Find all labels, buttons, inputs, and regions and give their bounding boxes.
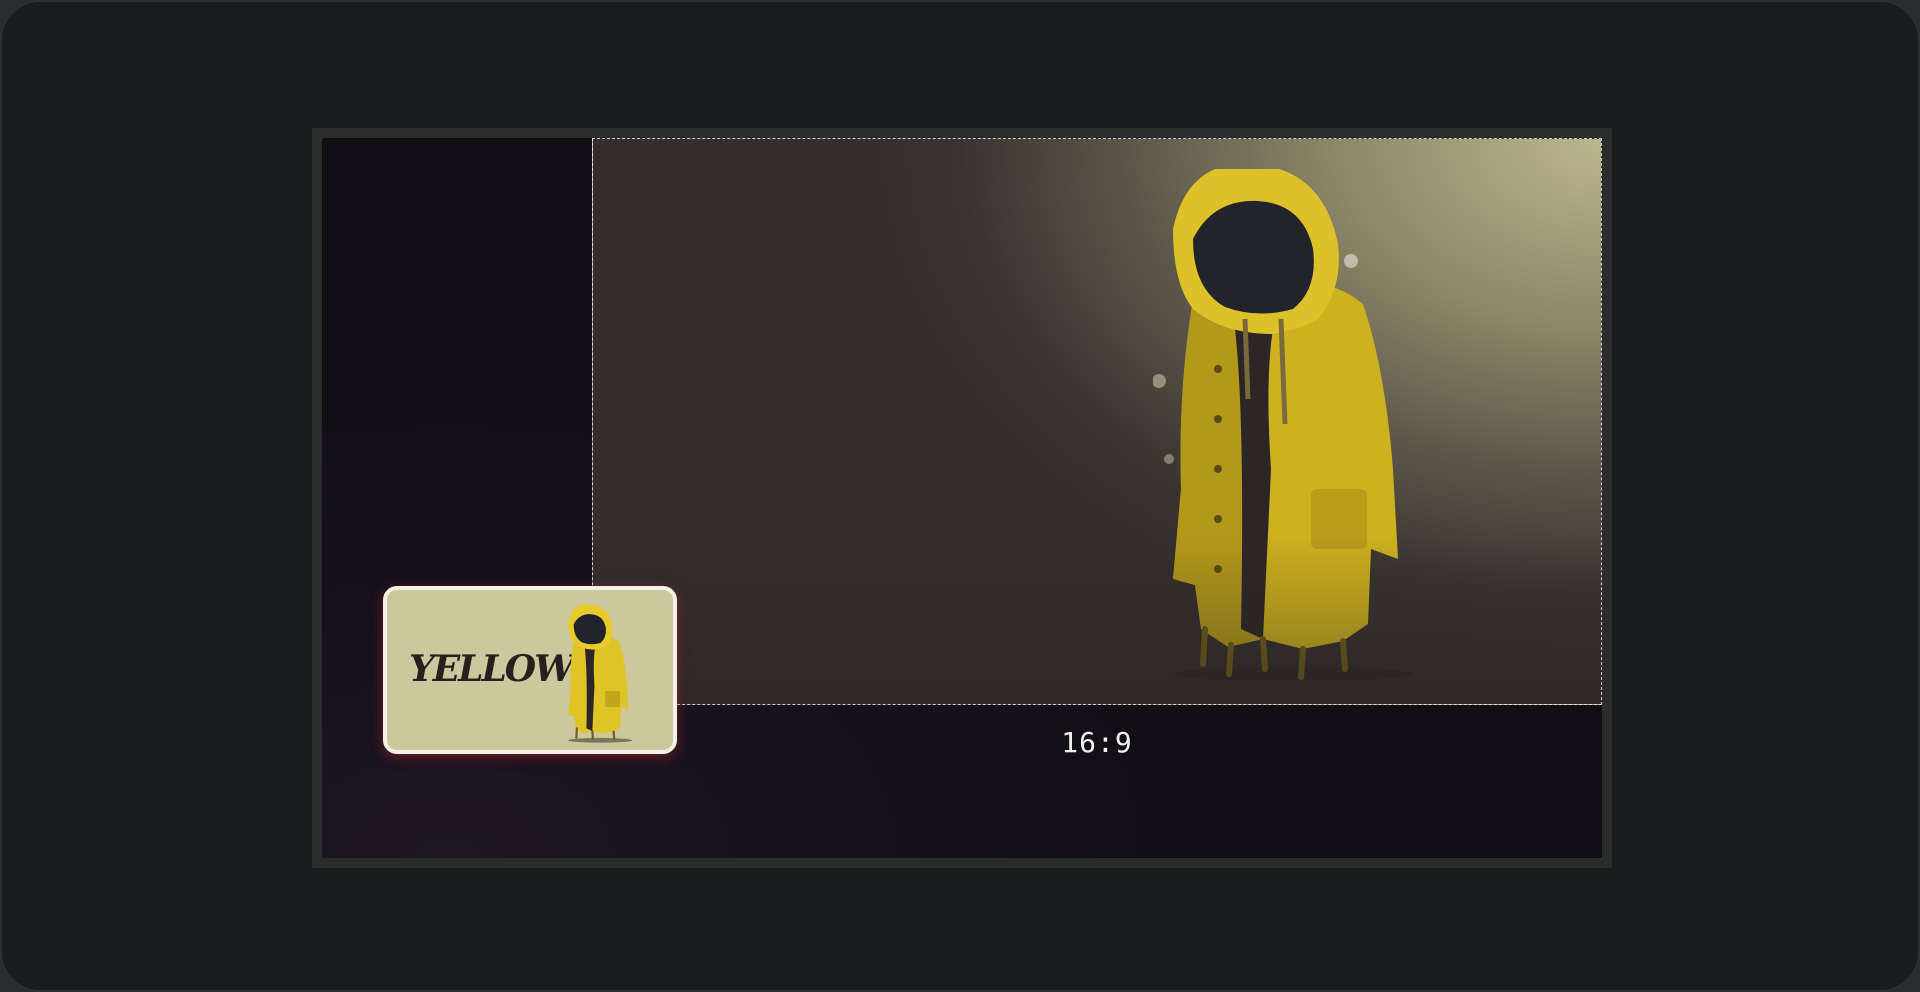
aspect-ratio-label: 16:9 xyxy=(1061,726,1133,759)
editor-window: 16:9 YELLOW xyxy=(0,0,1920,992)
crop-selection[interactable] xyxy=(592,138,1602,705)
thumbnail-preview[interactable]: YELLOW xyxy=(383,586,677,754)
thumbnail-raincoat-image xyxy=(568,604,633,743)
thumbnail-title: YELLOW xyxy=(409,648,575,690)
raincoat-figure-image xyxy=(1153,169,1413,681)
